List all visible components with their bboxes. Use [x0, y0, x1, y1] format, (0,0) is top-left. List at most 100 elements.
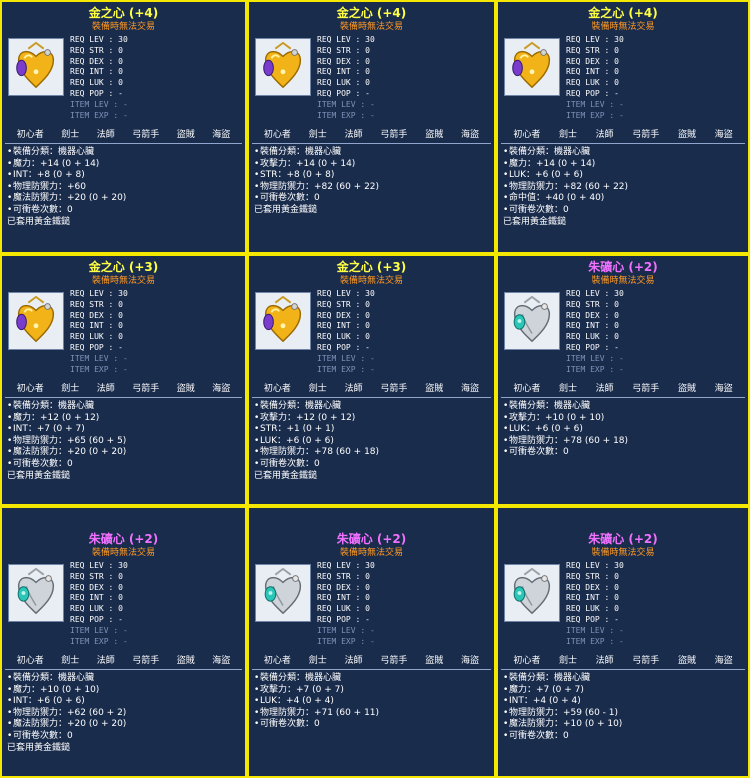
stat-text: INT：+8 (0 + 8)	[13, 170, 85, 181]
requirement-row: ITEM LEV : -	[70, 625, 128, 635]
requirement-row: REQ LEV : 30	[566, 561, 624, 570]
requirement-row: ITEM LEV : -	[70, 99, 128, 109]
requirement-list: REQ LEV : 30 REQ STR : 0 REQ DEX : 0 REQ IN…	[70, 289, 128, 375]
requirement-list: REQ LEV : 30 REQ STR : 0 REQ DEX : 0 REQ IN…	[566, 561, 624, 647]
requirement-row: ITEM EXP : -	[70, 364, 128, 374]
stat-line: •物理防禦力：+78 (60 + 18)	[254, 447, 490, 459]
job-class: 劍士	[61, 384, 80, 394]
stat-line: •STR：+1 (0 + 1)	[254, 424, 490, 436]
requirement-row: REQ LEV : 30	[566, 289, 624, 298]
requirement-row: REQ STR : 0	[317, 299, 370, 309]
stat-line: •魔力：+14 (0 + 14)	[503, 159, 744, 171]
silver-heart-icon-graphic	[264, 567, 302, 615]
requirement-row: REQ POP : -	[566, 342, 619, 352]
requirement-row: REQ POP : -	[317, 614, 370, 624]
requirement-row: REQ INT : 0	[566, 321, 619, 331]
trade-restriction-label: 裝備時無法交易	[591, 548, 655, 558]
requirement-row: REQ STR : 0	[317, 45, 370, 55]
stat-text: 裝備分類：機器心臟	[13, 401, 95, 411]
job-class: 法師	[96, 130, 115, 140]
trade-restriction-label: 裝備時無法交易	[591, 276, 655, 286]
item-title: 金之心 (+4)	[88, 6, 159, 20]
stat-text: 攻擊力：+7 (0 + 7)	[260, 684, 344, 695]
requirement-row: REQ INT : 0	[317, 321, 370, 331]
job-class-list: 初心者 劍士 法師 弓箭手 盜賊 海盜	[498, 653, 748, 666]
requirement-row: REQ LUK : 0	[317, 78, 370, 88]
job-class: 盜賊	[425, 656, 444, 666]
requirement-row: REQ STR : 0	[70, 45, 123, 55]
requirement-row: REQ LEV : 30	[566, 35, 624, 44]
job-class: 海盜	[714, 656, 733, 666]
job-class: 劍士	[558, 130, 577, 140]
stat-text: 可衝卷次數：0	[509, 730, 569, 741]
requirement-row: REQ DEX : 0	[317, 310, 370, 320]
item-tooltip: 朱礦心 (+2) 裝備時無法交易 REQ LEV : 30 REQ STR : 0 RE…	[0, 506, 247, 778]
stat-text: 魔力：+7 (0 + 7)	[509, 684, 584, 695]
stat-line: •物理防禦力：+82 (60 + 22)	[503, 182, 744, 194]
requirement-row: REQ STR : 0	[566, 571, 619, 581]
set-effect-text: 已套用黃金鐵鎚	[254, 470, 318, 481]
job-class: 初心者	[16, 656, 44, 666]
set-effect-text: 已套用黃金鐵鎚	[7, 742, 71, 753]
requirement-list: REQ LEV : 30 REQ STR : 0 REQ DEX : 0 REQ IN…	[70, 35, 128, 121]
job-class-list: 初心者 劍士 法師 弓箭手 盜賊 海盜	[2, 653, 245, 666]
stat-text: 魔力：+10 (0 + 10)	[13, 684, 100, 695]
silver-heart-icon-graphic	[513, 567, 551, 615]
divider	[5, 143, 242, 144]
stat-text: 可衝卷次數：0	[509, 204, 569, 215]
item-tooltip: 金之心 (+4) 裝備時無法交易 REQ LEV : 30 REQ STR : 0 RE…	[496, 0, 750, 254]
requirement-row: ITEM EXP : -	[70, 110, 128, 120]
stat-line: •可衝卷次數：0	[254, 459, 490, 471]
stat-text: LUK：+6 (0 + 6)	[509, 170, 583, 181]
requirement-row: REQ POP : -	[70, 342, 123, 352]
divider	[5, 397, 242, 398]
item-tooltip: 金之心 (+4) 裝備時無法交易 REQ LEV : 30 REQ STR : 0 RE…	[0, 0, 247, 254]
item-title: 金之心 (+4)	[588, 6, 658, 20]
stat-line: •裝備分類：機器心臟	[7, 147, 241, 159]
requirement-row: REQ INT : 0	[566, 593, 619, 603]
job-class: 劍士	[61, 656, 80, 666]
stat-line: •LUK：+6 (0 + 6)	[503, 424, 744, 436]
gold-heart-icon-graphic	[16, 295, 55, 343]
item-title: 金之心 (+3)	[88, 260, 159, 274]
job-class: 弓箭手	[632, 384, 660, 394]
requirement-row: REQ LUK : 0	[566, 332, 619, 342]
requirement-list: REQ LEV : 30 REQ STR : 0 REQ DEX : 0 REQ IN…	[566, 35, 624, 121]
job-class: 海盜	[714, 130, 733, 140]
stat-text: 可衝卷次數：0	[260, 193, 320, 204]
stat-line: •可衝卷次數：0	[254, 193, 490, 205]
trade-restriction-label: 裝備時無法交易	[91, 22, 155, 32]
requirement-row: REQ POP : -	[566, 614, 619, 624]
stat-text: 裝備分類：機器心臟	[509, 673, 591, 683]
job-class: 初心者	[16, 130, 44, 140]
stat-text: 裝備分類：機器心臟	[13, 147, 95, 157]
stat-list: •裝備分類：機器心臟 •魔力：+7 (0 + 7) •INT：+4 (0 + 4) •…	[503, 673, 744, 743]
job-class: 盜賊	[176, 656, 195, 666]
stat-text: 可衝卷次數：0	[13, 730, 73, 741]
requirement-row: REQ LEV : 30	[70, 561, 128, 570]
requirement-list: REQ LEV : 30 REQ STR : 0 REQ DEX : 0 REQ IN…	[317, 561, 375, 647]
stat-text: 攻擊力：+14 (0 + 14)	[260, 158, 356, 169]
stat-text: 魔法防禦力：+20 (0 + 20)	[13, 719, 127, 730]
job-class-list: 初心者 劍士 法師 弓箭手 盜賊 海盜	[249, 653, 494, 666]
job-class: 劍士	[308, 656, 327, 666]
job-class: 初心者	[263, 130, 291, 140]
job-class-list: 初心者 劍士 法師 弓箭手 盜賊 海盜	[498, 381, 748, 394]
job-class: 盜賊	[425, 384, 444, 394]
requirement-row: REQ LEV : 30	[317, 289, 375, 298]
trade-restriction-label: 裝備時無法交易	[591, 22, 655, 32]
job-class: 盜賊	[425, 130, 444, 140]
job-class: 劍士	[558, 384, 577, 394]
job-class: 海盜	[714, 384, 733, 394]
requirement-row: REQ LUK : 0	[566, 78, 619, 88]
stat-text: 裝備分類：機器心臟	[509, 147, 591, 157]
job-class-list: 初心者 劍士 法師 弓箭手 盜賊 海盜	[249, 381, 494, 394]
silver-heart-icon-graphic	[513, 295, 551, 343]
stat-line: •魔法防禦力：+20 (0 + 20)	[7, 193, 241, 205]
divider	[252, 397, 491, 398]
job-class: 盜賊	[677, 656, 696, 666]
tooltip-grid: 金之心 (+4) 裝備時無法交易 REQ LEV : 30 REQ STR : 0 RE…	[0, 0, 750, 778]
stat-text: INT：+7 (0 + 7)	[13, 424, 85, 435]
gold-heart-icon-graphic	[263, 295, 302, 343]
stat-text: INT：+6 (0 + 6)	[13, 696, 85, 707]
